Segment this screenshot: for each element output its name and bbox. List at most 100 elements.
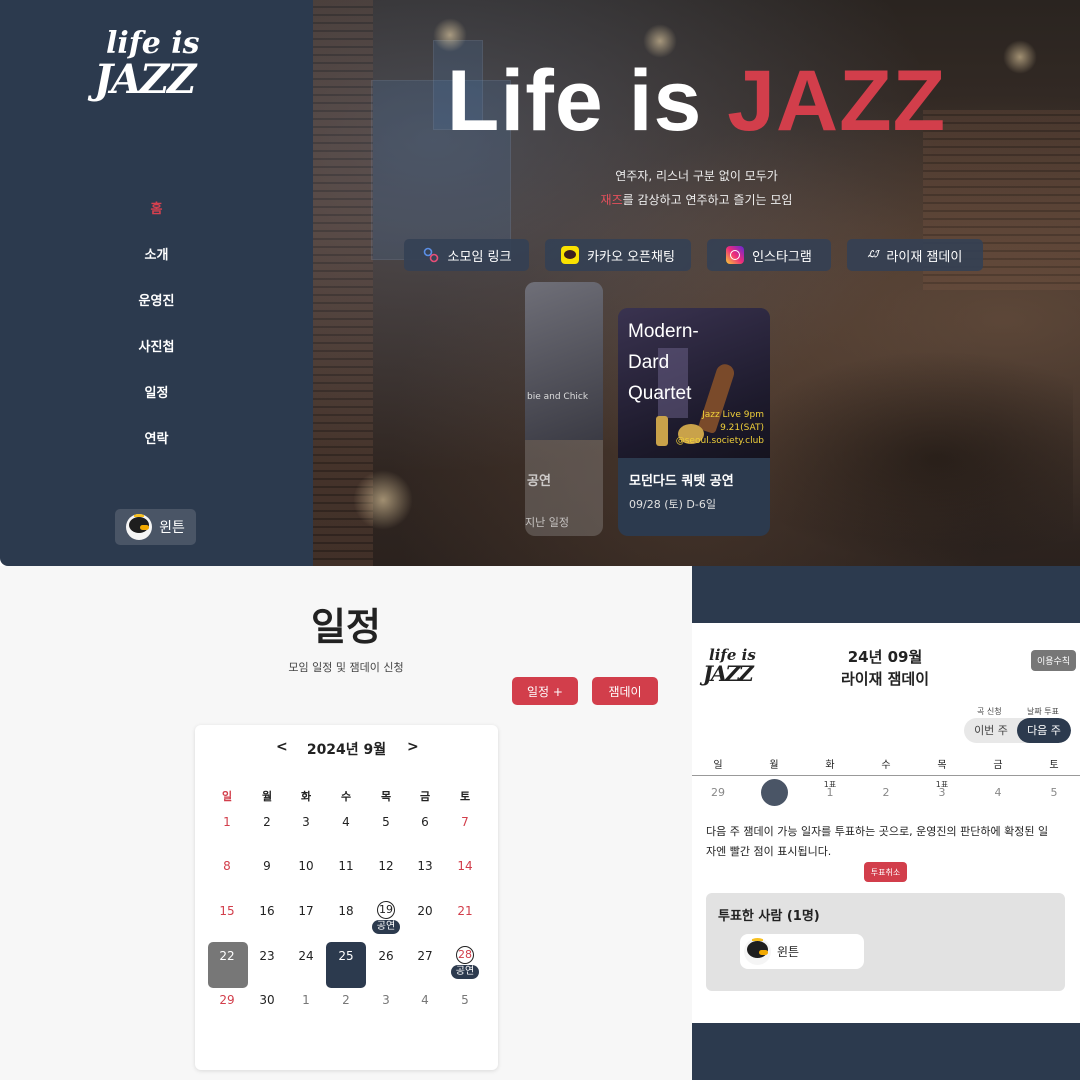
calendar-day[interactable]: 19 [366, 901, 406, 919]
add-schedule-button[interactable]: 일정 + [512, 677, 578, 705]
calendar-day[interactable]: 29 [207, 993, 247, 1007]
instagram-button[interactable]: 인스타그램 [707, 239, 831, 271]
jamday-weekday: 목 [937, 760, 947, 771]
link-label: 소모임 링크 [447, 249, 512, 265]
calendar-day[interactable]: 17 [286, 904, 326, 918]
calendar-month-label: 2024년 9월 [306, 742, 387, 758]
penguin-avatar-icon [744, 938, 771, 965]
event-card-upcoming[interactable]: Modern- Dard Quartet Jazz Live 9pm 9.21(… [618, 308, 770, 536]
jamday-date[interactable]: 4 [978, 786, 1018, 799]
this-week-tab[interactable]: 이번 주 [964, 718, 1018, 743]
calendar-day[interactable]: 6 [405, 815, 445, 829]
link-label: 인스타그램 [752, 249, 812, 265]
voters-title: 투표한 사람 (1명) [718, 909, 820, 924]
jamday-title-month: 24년 09월 [847, 648, 923, 666]
nav-about[interactable]: 소개 [0, 244, 313, 290]
calendar-day[interactable]: 3 [286, 815, 326, 829]
calendar-day[interactable]: 25 [326, 949, 366, 963]
calendar-day[interactable]: 18 [326, 904, 366, 918]
weekday-fri: 금 [419, 790, 431, 803]
page-subtitle: 모임 일정 및 잼데이 신청 [288, 661, 404, 674]
link-buttons: 소모임 링크 카카오 오픈채팅 인스타그램 ℒℐ 라이재 잼데이 [404, 239, 984, 271]
calendar-day[interactable]: 14 [445, 859, 485, 873]
calendar-day[interactable]: 4 [405, 993, 445, 1007]
jamday-weekday: 수 [881, 760, 891, 771]
nav-gallery[interactable]: 사진첩 [0, 336, 313, 382]
hero-subtitle-rest: 를 감상하고 연주하고 즐기는 모임 [622, 193, 793, 207]
landing-page: life is JAZZ 홈 소개 운영진 사진첩 일정 연락 윈튼 Life … [0, 0, 1080, 566]
life-is-jazz-logo[interactable]: life is JAZZ [94, 24, 220, 110]
calendar-day[interactable]: 21 [445, 904, 485, 918]
calendar-day[interactable]: 3 [366, 993, 406, 1007]
nav-contact[interactable]: 연락 [0, 428, 313, 474]
jamday-date[interactable]: 2 [866, 786, 906, 799]
poster-title: Modern- Dard Quartet [628, 321, 699, 404]
song-request-label: 곡 신청 [977, 707, 1002, 716]
calendar-day[interactable]: 15 [207, 904, 247, 918]
calendar-day[interactable]: 10 [286, 859, 326, 873]
calendar: < 2024년 9월 > 일 월 화 수 목 금 토 1 2 3 4 5 6 7 8 9 10 11… [195, 725, 498, 1070]
weekday-wed: 수 [340, 790, 352, 803]
calendar-day[interactable]: 26 [366, 949, 406, 963]
next-month-button[interactable]: > [407, 739, 419, 755]
calendar-day[interactable]: 16 [247, 904, 287, 918]
jamday-description: 다음 주 잼데이 가능 일자를 투표하는 곳으로, 운영진의 판단하에 확정된 … [706, 825, 1049, 858]
jamday-weekday: 화 [825, 760, 835, 771]
calendar-day[interactable]: 24 [286, 949, 326, 963]
poster-trumpet [656, 416, 668, 446]
calendar-day[interactable]: 2 [247, 815, 287, 829]
calendar-day[interactable]: 30 [247, 993, 287, 1007]
calendar-day[interactable]: 27 [405, 949, 445, 963]
calendar-day[interactable]: 1 [286, 993, 326, 1007]
jamday-button[interactable]: ℒℐ 라이재 잼데이 [847, 239, 983, 271]
calendar-day[interactable]: 5 [445, 993, 485, 1007]
hero-subtitle-line2: 재즈를 감상하고 연주하고 즐기는 모임 [313, 188, 1080, 212]
event-card-previous[interactable]: bie and Chick 공연 지난 일정 [525, 282, 603, 536]
nav-schedule[interactable]: 일정 [0, 382, 313, 428]
calendar-day[interactable]: 11 [326, 859, 366, 873]
event-card-date: 지난 일정 [525, 516, 569, 529]
event-tag[interactable]: 공연 [372, 920, 400, 934]
calendar-day[interactable]: 4 [326, 815, 366, 829]
rules-button[interactable]: 이용수칙 [1031, 650, 1076, 671]
main-nav: 홈 소개 운영진 사진첩 일정 연락 [0, 198, 313, 474]
voters-panel: 투표한 사람 (1명) 윈튼 [706, 893, 1065, 991]
divider [692, 775, 1080, 776]
calendar-day[interactable]: 2 [326, 993, 366, 1007]
jamday-weekday: 토 [1049, 760, 1059, 771]
page-title: 일정 [311, 605, 381, 649]
user-profile-button[interactable]: 윈튼 [115, 509, 196, 545]
vote-count: 1표 [823, 780, 837, 789]
hero-title-red: JAZZ [727, 53, 947, 149]
calendar-day[interactable]: 22 [207, 949, 247, 963]
logo-line2: JAZZ [703, 661, 754, 686]
next-week-tab[interactable]: 다음 주 [1017, 718, 1071, 743]
calendar-day[interactable]: 13 [405, 859, 445, 873]
weekday-sat: 토 [459, 790, 471, 803]
calendar-day[interactable]: 28 [445, 946, 485, 964]
jamday-button[interactable]: 잼데이 [592, 677, 658, 705]
nav-home[interactable]: 홈 [0, 198, 313, 244]
calendar-day[interactable]: 5 [366, 815, 406, 829]
kakao-openchat-button[interactable]: 카카오 오픈채팅 [545, 239, 691, 271]
voter-chip[interactable]: 윈튼 [740, 934, 864, 969]
jamday-title-name: 라이재 잼데이 [840, 670, 930, 688]
voter-name: 윈튼 [777, 945, 800, 959]
calendar-day[interactable]: 1 [207, 815, 247, 829]
kakaotalk-icon [561, 246, 580, 264]
calendar-day[interactable]: 9 [247, 859, 287, 873]
jamday-date[interactable]: 5 [1034, 786, 1074, 799]
nav-staff[interactable]: 운영진 [0, 290, 313, 336]
jamday-date[interactable]: 29 [698, 786, 738, 799]
user-name: 윈튼 [159, 520, 185, 536]
cancel-vote-button[interactable]: 투표취소 [864, 862, 907, 882]
event-tag[interactable]: 공연 [451, 965, 479, 979]
calendar-day[interactable]: 20 [405, 904, 445, 918]
somoim-link-button[interactable]: 소모임 링크 [404, 239, 529, 271]
event-card-title: 공연 [527, 474, 551, 489]
calendar-day[interactable]: 23 [247, 949, 287, 963]
calendar-day[interactable]: 7 [445, 815, 485, 829]
calendar-day[interactable]: 8 [207, 859, 247, 873]
calendar-day[interactable]: 12 [366, 859, 406, 873]
event-poster-image: bie and Chick [525, 282, 603, 440]
